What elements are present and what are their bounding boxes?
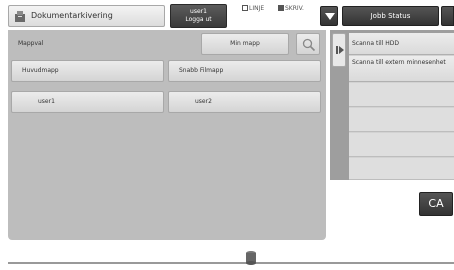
document-filing-icon [14,10,26,23]
empty-action-slot [349,133,454,157]
bottom-divider [8,262,454,264]
action-list: Scanna till HDD Scanna till extern minne… [349,33,454,180]
print-checkbox-icon [278,5,284,11]
empty-action-slot [349,83,454,107]
folder-quick-button[interactable]: Snabb Filmapp [168,60,321,82]
panel-toggle-button[interactable] [332,33,346,67]
status-indicators: LINJE SKRIV. [230,4,318,28]
user-folder-button[interactable]: user1 [11,91,164,113]
line-checkbox-icon [242,5,248,11]
user-logout-button[interactable]: user1 Logga ut [170,4,227,28]
folder-selection-panel: Mappval Min mapp Huvudmapp Snabb Filmapp… [8,30,326,240]
panel-toggle-icon [336,46,344,54]
empty-action-slot [349,158,454,180]
clear-all-button[interactable]: CA [419,192,453,216]
storage-icon [245,250,257,266]
user-name: user1 [190,8,207,15]
logout-label: Logga ut [185,16,212,23]
top-bar: Dokumentarkivering user1 Logga ut LINJE … [0,0,454,30]
print-status: SKRIV. [278,5,304,12]
job-status-button[interactable]: Jobb Status [342,6,439,26]
dropdown-button[interactable] [320,6,338,26]
folder-main-button[interactable]: Huvudmapp [11,60,164,82]
search-button[interactable] [296,33,320,55]
scan-to-hdd-item[interactable]: Scanna till HDD [349,33,454,55]
chevron-down-icon [325,13,335,20]
extra-button[interactable] [441,6,454,26]
my-folder-button[interactable]: Min mapp [201,33,289,55]
page-title: Dokumentarkivering [31,11,113,20]
section-label: Mappval [18,40,44,47]
search-icon [302,38,316,52]
empty-action-slot [349,108,454,132]
line-status: LINJE [242,5,264,12]
action-panel: Scanna till HDD Scanna till extern minne… [330,30,454,180]
mode-title-box[interactable]: Dokumentarkivering [8,5,165,27]
user-folder-button[interactable]: user2 [168,91,321,113]
scan-to-external-item[interactable]: Scanna till extern minnesenhet [349,56,454,82]
